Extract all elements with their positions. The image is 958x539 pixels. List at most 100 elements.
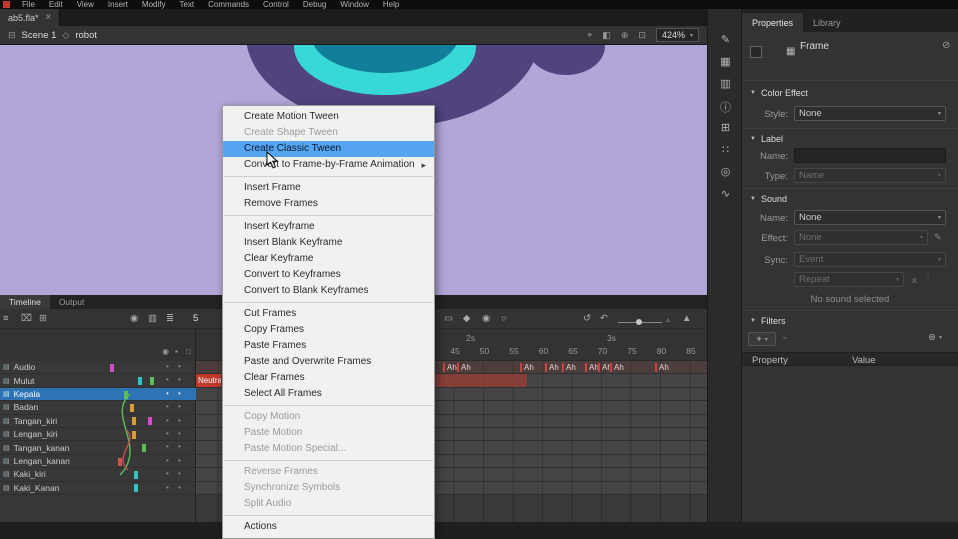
layer-row-lengan-kanan[interactable]: ▤ Lengan_kanan • • [0,455,196,468]
camera-icon[interactable]: ⌖ [587,30,592,41]
menu-item-create-classic-tween[interactable]: Create Classic Tween [223,141,434,157]
section-header-filters[interactable]: ▼ Filters [750,314,785,327]
layer-lock-dot[interactable]: • [178,469,181,478]
layer-row-kaki-kiri[interactable]: ▤ Kaki_kiri • • [0,468,196,481]
menu-item-clear-keyframe[interactable]: Clear Keyframe [223,251,434,267]
layer-lock-dot[interactable]: • [178,416,181,425]
chart-icon[interactable]: ≣ [166,313,174,325]
layer-lock-dot[interactable]: • [178,402,181,411]
menu-item-create-motion-tween[interactable]: Create Motion Tween [223,109,434,125]
robot-ear-shape[interactable] [527,45,605,75]
menu-item-convert-to-keyframes[interactable]: Convert to Keyframes [223,267,434,283]
section-header-sound[interactable]: ▼ Sound [750,192,787,205]
help-icon[interactable]: ⊘ [942,40,950,51]
fill-view-icon[interactable]: ◧ [602,30,611,41]
layer-row-kepala[interactable]: ▤ Kepala • • [0,388,196,401]
columns-panel-icon[interactable]: ▥ [708,77,743,90]
layer-row-kaki-kanan[interactable]: ▤ Kaki_Kanan • • [0,482,196,495]
menu-item-insert-frame[interactable]: Insert Frame [223,180,434,196]
layer-visibility-dot[interactable]: • [166,442,169,451]
document-tab[interactable]: ab5.fla* × [0,9,60,26]
menu-window[interactable]: Window [333,0,375,9]
insert-keyframe-icon[interactable]: ◉ [482,313,490,325]
layer-row-badan[interactable]: ▤ Badan • • [0,401,196,414]
add-filter-button[interactable]: + ▾ [748,332,776,346]
history-panel-icon[interactable]: ◎ [708,165,743,178]
lock-column-icon[interactable]: ▪ [175,347,178,356]
tab-timeline[interactable]: Timeline [0,295,50,309]
layer-lock-dot[interactable]: • [178,389,181,398]
layer-row-lengan-kiri[interactable]: ▤ Lengan_kiri • • [0,428,196,441]
layer-lock-dot[interactable]: • [178,429,181,438]
layer-visibility-dot[interactable]: • [166,429,169,438]
layer-row-audio[interactable]: ▤ Audio • • [0,361,196,374]
layer-row-mulut[interactable]: ▤ Mulut • • [0,374,196,387]
menu-modify[interactable]: Modify [135,0,173,9]
layer-lock-dot[interactable]: • [178,483,181,492]
step-back-icon[interactable]: ↶ [600,313,608,325]
style-dropdown[interactable]: None ▾ [794,106,946,121]
panel-menu-icon[interactable]: ≡ [3,313,9,325]
menu-item-convert-to-frame-by-frame[interactable]: Convert to Frame-by-Frame Animation ▸ [223,157,434,173]
menu-insert[interactable]: Insert [101,0,135,9]
insert-frame-icon[interactable]: ▭ [444,313,453,325]
filter-options-button[interactable]: ⊛ ▾ [928,332,942,343]
frame-view-icon[interactable]: ⊞ [39,313,47,325]
menu-item-insert-blank-keyframe[interactable]: Insert Blank Keyframe [223,235,434,251]
layer-visibility-dot[interactable]: • [166,416,169,425]
menu-item-copy-frames[interactable]: Copy Frames [223,322,434,338]
menu-item-paste-frames[interactable]: Paste Frames [223,338,434,354]
layer-lock-dot[interactable]: • [178,456,181,465]
zoom-out-frames-icon[interactable]: ▵ [666,315,670,327]
center-stage-icon[interactable]: ⊕ [621,30,629,41]
timeline-zoom-slider-knob[interactable] [636,319,642,325]
onion-skin-icon[interactable]: ◉ [130,313,138,325]
menu-edit[interactable]: Edit [42,0,70,9]
layer-visibility-dot[interactable]: • [166,362,169,371]
layer-visibility-dot[interactable]: • [166,375,169,384]
sound-name-dropdown[interactable]: None ▾ [794,210,946,225]
brush-panel-icon[interactable]: ✎ [708,33,743,46]
section-header-label[interactable]: ▼ Label [750,132,783,145]
layer-visibility-dot[interactable]: • [166,469,169,478]
menu-help[interactable]: Help [376,0,406,9]
menu-debug[interactable]: Debug [296,0,334,9]
graph-panel-icon[interactable]: ∿ [708,187,743,200]
label-name-input[interactable] [794,148,946,163]
menu-item-paste-and-overwrite-frames[interactable]: Paste and Overwrite Frames [223,354,434,370]
pattern-panel-icon[interactable]: ∷ [708,143,743,156]
auto-keyframe-icon[interactable]: ◆ [463,313,470,325]
clip-content-icon[interactable]: ⊡ [638,30,646,41]
menu-commands[interactable]: Commands [201,0,256,9]
align-panel-icon[interactable]: ⊞ [708,121,743,134]
layer-visibility-dot[interactable]: • [166,483,169,492]
menu-item-remove-frames[interactable]: Remove Frames [223,196,434,212]
close-icon[interactable]: × [46,13,52,23]
tab-output[interactable]: Output [50,295,94,309]
tab-library[interactable]: Library [803,13,851,32]
layer-visibility-dot[interactable]: • [166,456,169,465]
section-header-color-effect[interactable]: ▼ Color Effect [750,86,808,99]
outline-column-icon[interactable]: □ [186,347,191,356]
frames-panel-icon[interactable]: ▦ [708,55,743,68]
zoom-in-frames-icon[interactable]: ▲ [682,313,691,325]
info-panel-icon[interactable]: ⓘ [708,99,743,115]
layer-lock-dot[interactable]: • [178,442,181,451]
layer-lock-dot[interactable]: • [178,362,181,371]
tab-properties[interactable]: Properties [742,13,803,32]
menu-control[interactable]: Control [256,0,296,9]
menu-item-cut-frames[interactable]: Cut Frames [223,306,434,322]
loop-icon[interactable]: ↺ [583,313,591,325]
menu-file[interactable]: File [15,0,42,9]
eye-column-icon[interactable]: ◉ [162,347,169,356]
layer-lock-dot[interactable]: • [178,375,181,384]
zoom-select[interactable]: 424% ▾ [656,28,699,42]
menu-view[interactable]: View [70,0,101,9]
layer-row-tangan-kanan[interactable]: ▤ Tangan_kanan • • [0,441,196,454]
delete-layer-icon[interactable]: ⌧ [21,313,32,325]
menu-item-convert-to-blank-keyframes[interactable]: Convert to Blank Keyframes [223,283,434,299]
menu-item-insert-keyframe[interactable]: Insert Keyframe [223,219,434,235]
insert-blank-keyframe-icon[interactable]: ○ [501,313,507,325]
layer-visibility-dot[interactable]: • [166,389,169,398]
menu-text[interactable]: Text [172,0,201,9]
